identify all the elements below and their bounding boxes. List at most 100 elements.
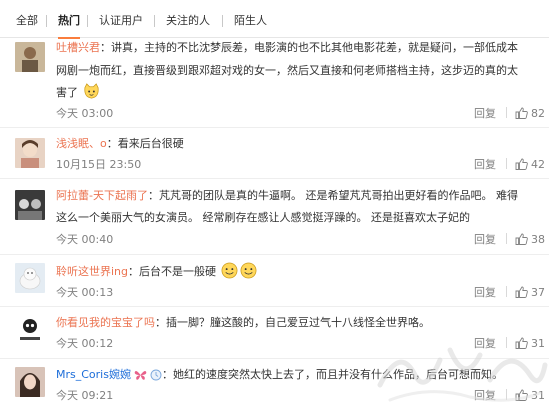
comment-text: 芃芃哥的团队是真的牛逼啊。 还是希望芃芃哥拍出更好看的作品吧。 难得 — [158, 189, 518, 202]
comment-text-continued: 害了 — [56, 83, 549, 101]
comment-text: 看来后台很硬 — [117, 137, 184, 150]
reply-button[interactable]: 回复 — [474, 389, 496, 402]
comment-time: 今天 00:13 — [56, 286, 114, 299]
comment-line: 浅浅眠、o：看来后台很硬 — [56, 135, 549, 153]
avatar[interactable] — [15, 263, 45, 293]
cat-emoji-icon — [83, 83, 99, 99]
thumbs-up-icon — [515, 158, 528, 170]
tab-hot[interactable]: 热门 — [58, 13, 80, 39]
comment-line: Mrs_Coris婉婉 ：她红的速度突然太快上去了，而且并没有什么作品，后台可想而… — [56, 366, 549, 384]
avatar-image — [15, 42, 45, 72]
comment-text: 讲真，主持的不比沈梦辰差，电影演的也不比其他电影花差，就是疑问，一部低成本 — [111, 41, 518, 54]
like-button[interactable]: 31 — [515, 337, 545, 350]
colon: ： — [161, 368, 173, 381]
colon: ： — [100, 41, 111, 54]
comment-line: 聆听这世界ing：后台不是一般硬 — [56, 262, 549, 280]
thumbs-up-icon — [515, 233, 528, 245]
comment-item: 你看见我的宝宝了吗：插一脚？膧这酸的，自己爱豆过气十八线怪全世界咯。 今天 00… — [0, 307, 549, 359]
avatar[interactable] — [15, 138, 45, 168]
thumbs-up-icon — [515, 107, 528, 119]
colon: ： — [106, 137, 118, 150]
comment-text: 后台不是一般硬 — [139, 265, 217, 278]
tab-divider — [154, 15, 155, 27]
like-button[interactable]: 37 — [515, 286, 545, 299]
comment-time: 今天 00:12 — [56, 337, 114, 350]
thumbs-up-icon — [515, 337, 528, 349]
comment-line: 阿拉蕾-天下起雨了：芃芃哥的团队是真的牛逼啊。 还是希望芃芃哥拍出更好看的作品吧… — [56, 187, 549, 205]
like-count: 31 — [531, 337, 545, 350]
like-button[interactable]: 42 — [515, 158, 545, 171]
like-count: 38 — [531, 233, 545, 246]
thumbs-up-icon — [515, 389, 528, 401]
comment-actions: 回复 42 — [474, 157, 545, 173]
comment-text-tail: 害了 — [56, 86, 78, 99]
action-divider — [506, 337, 507, 348]
tab-following[interactable]: 关注的人 — [166, 13, 210, 29]
tab-divider — [46, 15, 47, 27]
comment-username[interactable]: Mrs_Coris婉婉 — [56, 368, 131, 381]
comment-line: 吐槽兴君：讲真，主持的不比沈梦辰差，电影演的也不比其他电影花差，就是疑问，一部低… — [56, 39, 549, 57]
reply-button[interactable]: 回复 — [474, 158, 496, 171]
comment-username[interactable]: 聆听这世界ing — [56, 265, 128, 278]
avatar-image — [15, 367, 45, 397]
like-button[interactable]: 38 — [515, 233, 545, 246]
tab-divider — [87, 15, 88, 27]
action-divider — [506, 286, 507, 297]
like-count: 82 — [531, 107, 545, 120]
like-count: 37 — [531, 286, 545, 299]
comment-text-continued: 这么一个美丽大气的女演员。 经常刷存在感让人感觉挺浮躁的。 还是挺喜欢太子妃的 — [56, 211, 470, 224]
comment-text-continued: 网剧一炮而红，直接晋级到跟邓超对戏的女一，然后又直接和何老师搭档主持，这步迈的真… — [56, 64, 518, 77]
reply-button[interactable]: 回复 — [474, 233, 496, 246]
comment-item: Mrs_Coris婉婉 ：她红的速度突然太快上去了，而且并没有什么作品，后台可想而… — [0, 359, 549, 408]
tab-divider — [222, 15, 223, 27]
comment-item: 吐槽兴君：讲真，主持的不比沈梦辰差，电影演的也不比其他电影花差，就是疑问，一部低… — [0, 38, 549, 128]
comment-filter-tabs: 全部 热门 认证用户 关注的人 陌生人 — [0, 0, 549, 39]
like-button[interactable]: 82 — [515, 107, 545, 120]
comment-time: 10月15日 23:50 — [56, 158, 142, 171]
avatar-image — [15, 138, 45, 168]
comment-line: 你看见我的宝宝了吗：插一脚？膧这酸的，自己爱豆过气十八线怪全世界咯。 — [56, 314, 549, 332]
comment-actions: 回复 31 — [474, 336, 545, 352]
reply-button[interactable]: 回复 — [474, 107, 496, 120]
comment-username[interactable]: 吐槽兴君 — [56, 41, 100, 54]
butterfly-icon — [134, 371, 147, 380]
comment-username[interactable]: 阿拉蕾-天下起雨了 — [56, 189, 148, 202]
avatar[interactable] — [15, 315, 45, 345]
tab-verified-users[interactable]: 认证用户 — [99, 13, 143, 29]
avatar[interactable] — [15, 367, 45, 397]
reply-button[interactable]: 回复 — [474, 337, 496, 350]
reply-button[interactable]: 回复 — [474, 286, 496, 299]
comment-actions: 回复 38 — [474, 232, 545, 248]
like-count: 42 — [531, 158, 545, 171]
comment-item: 浅浅眠、o：看来后台很硬 10月15日 23:50 回复 42 — [0, 128, 549, 179]
colon: ： — [128, 265, 140, 278]
action-divider — [506, 158, 507, 169]
comment-text: 她红的速度突然太快上去了，而且并没有什么作品，后台可想而知。 — [172, 368, 503, 381]
comment-username[interactable]: 你看见我的宝宝了吗 — [56, 316, 155, 329]
avatar-image — [15, 190, 45, 220]
avatar-image — [15, 263, 45, 293]
tab-all[interactable]: 全部 — [16, 13, 38, 29]
comment-time: 今天 09:21 — [56, 389, 114, 402]
comment-actions: 回复 31 — [474, 388, 545, 404]
comment-text: 插一脚？膧这酸的，自己爱豆过气十八线怪全世界咯。 — [166, 316, 430, 329]
action-divider — [506, 233, 507, 244]
comment-actions: 回复 82 — [474, 106, 545, 122]
comment-item: 聆听这世界ing：后台不是一般硬 今天 00:13 回复 37 — [0, 255, 549, 307]
tab-strangers[interactable]: 陌生人 — [234, 13, 267, 29]
avatar[interactable] — [15, 42, 45, 72]
smiley-face-icon — [240, 262, 256, 279]
comment-actions: 回复 37 — [474, 285, 545, 301]
colon: ： — [147, 189, 159, 202]
comment-item: 阿拉蕾-天下起雨了：芃芃哥的团队是真的牛逼啊。 还是希望芃芃哥拍出更好看的作品吧… — [0, 179, 549, 255]
comment-username[interactable]: 浅浅眠、o — [56, 137, 107, 150]
like-button[interactable]: 31 — [515, 389, 545, 402]
avatar-image — [15, 315, 45, 345]
like-count: 31 — [531, 389, 545, 402]
comment-time: 今天 03:00 — [56, 107, 114, 120]
colon: ： — [155, 316, 166, 329]
thumbs-up-icon — [515, 286, 528, 298]
avatar[interactable] — [15, 190, 45, 220]
smiley-face-icon — [221, 262, 237, 279]
action-divider — [506, 389, 507, 400]
